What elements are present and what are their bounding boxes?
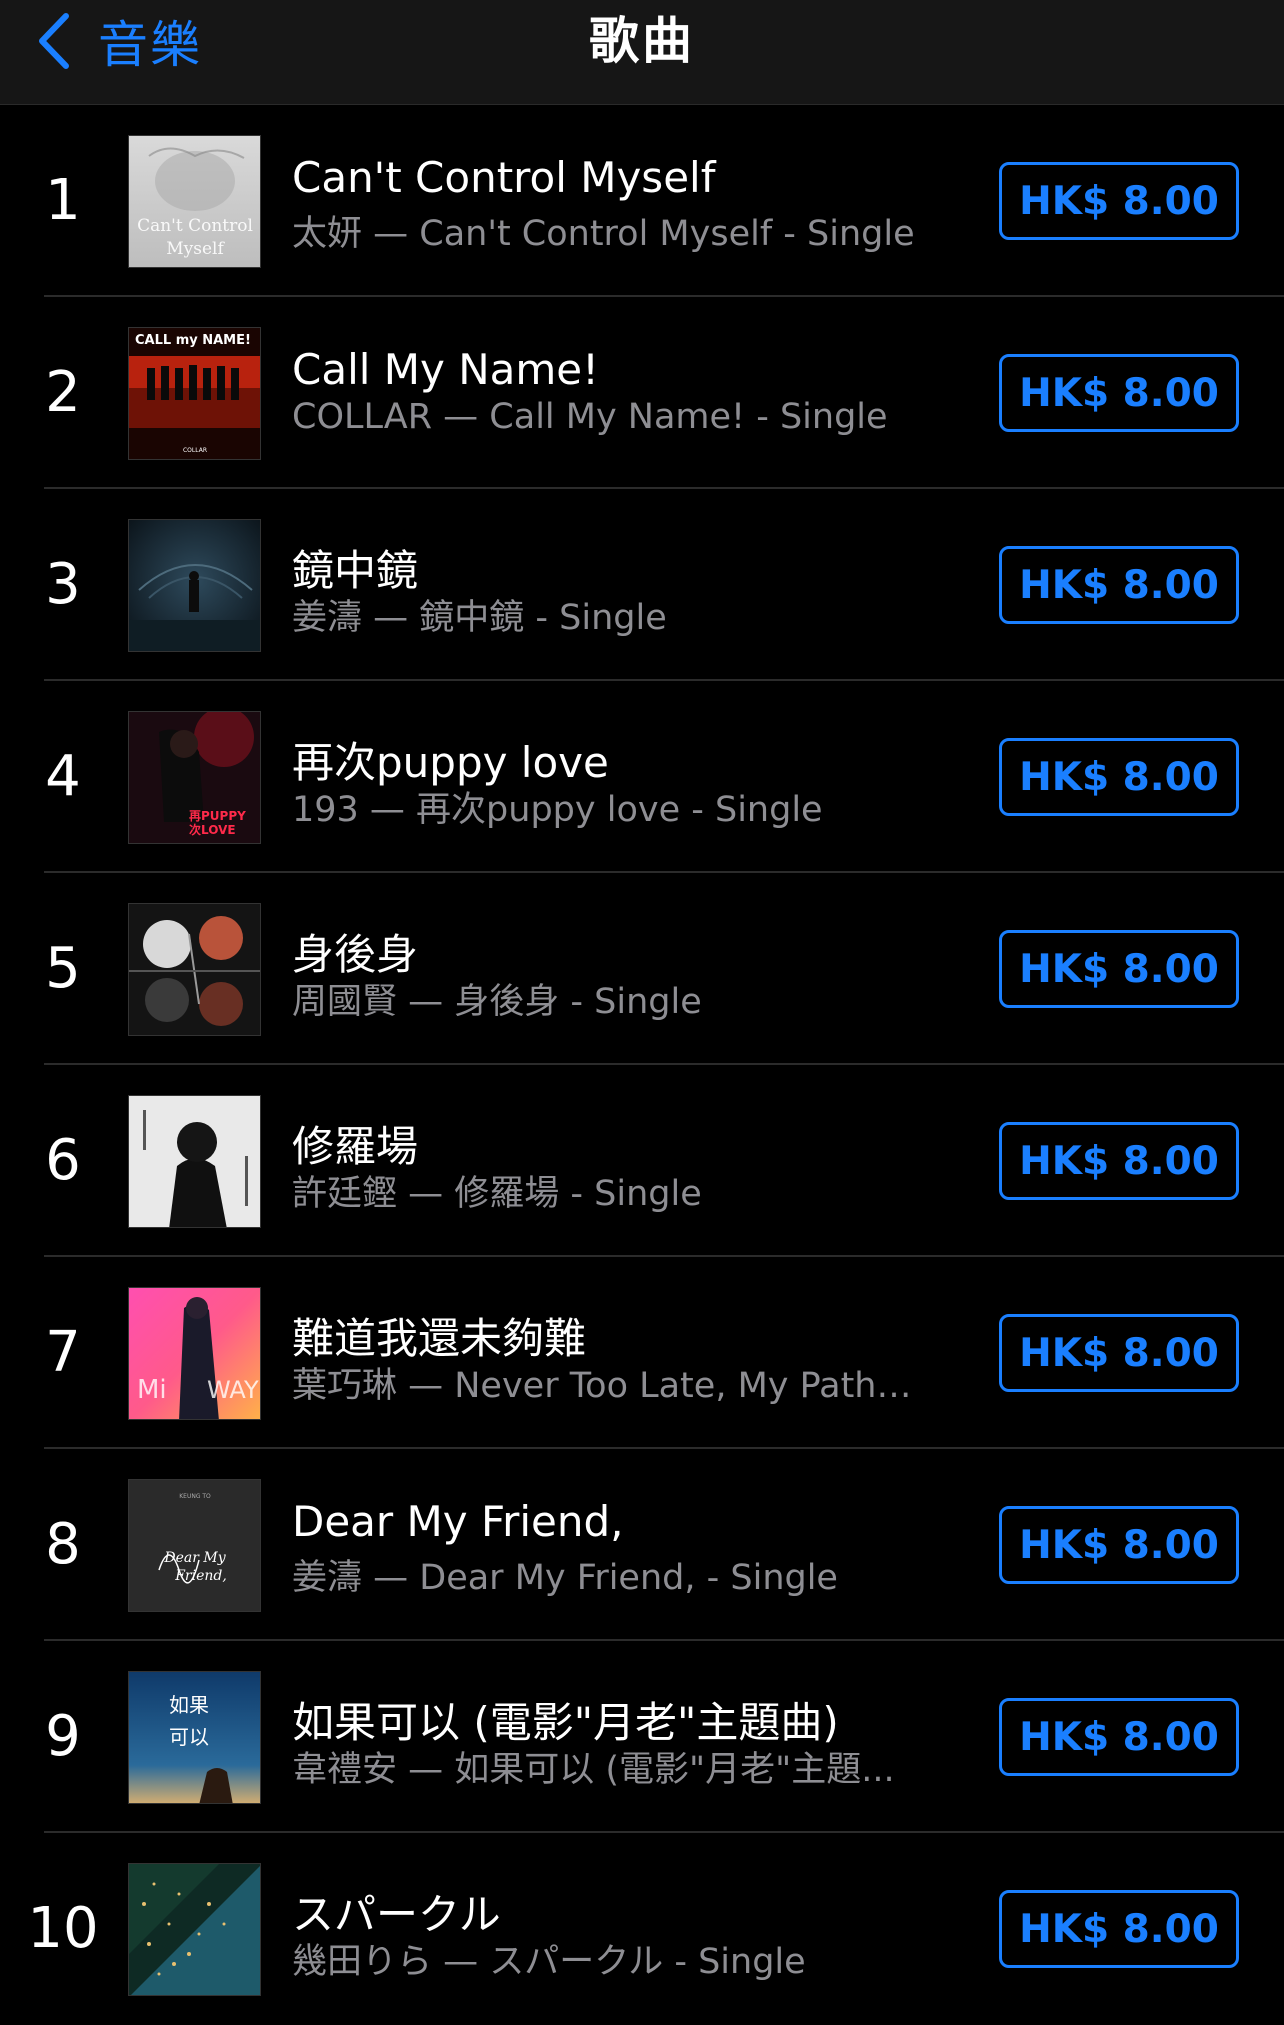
song-subtitle: 太妍 — Can't Control Myself - Single [292,214,915,254]
rank-number: 7 [45,1320,81,1385]
album-artwork[interactable]: 再PUPPY 次LOVE [128,711,261,844]
svg-text:再PUPPY: 再PUPPY [189,809,246,823]
rank-number: 1 [45,168,81,233]
buy-button[interactable]: HK$ 8.00 [999,546,1239,624]
svg-text:CALL my NAME!: CALL my NAME! [135,333,251,348]
svg-text:Friend,: Friend, [174,1568,227,1584]
buy-button[interactable]: HK$ 8.00 [999,1890,1239,1968]
song-row[interactable]: 3 鏡中鏡 姜濤 — 鏡中鏡 - Single HK$ 8.00 [0,489,1284,681]
page-title: 歌曲 [589,12,695,70]
album-artwork[interactable]: CALL my NAME! COLLAR [128,327,261,460]
svg-text:可以: 可以 [169,1725,209,1749]
rank-number: 3 [45,552,81,617]
song-subtitle: 姜濤 — Dear My Friend, - Single [292,1558,838,1598]
song-title: Dear My Friend, [292,1497,624,1546]
song-list: 1 Can't Control Myself Can't Control Mys… [0,105,1284,2025]
rank-number: 9 [45,1704,81,1769]
song-subtitle: 許廷鏗 — 修羅場 - Single [292,1174,702,1214]
buy-button[interactable]: HK$ 8.00 [999,1122,1239,1200]
song-title: Can't Control Myself [292,153,716,202]
buy-button[interactable]: HK$ 8.00 [999,738,1239,816]
song-row[interactable]: 2 CALL my NAME! COLLAR Call My Name! COL… [0,297,1284,489]
svg-text:如果: 如果 [169,1693,209,1717]
song-subtitle: 周國賢 — 身後身 - Single [292,982,702,1022]
buy-button[interactable]: HK$ 8.00 [999,1314,1239,1392]
song-row[interactable]: 8 KEUNG TO Dear My Friend, Dear My Frien… [0,1449,1284,1641]
navigation-bar: 音樂 歌曲 [0,0,1284,105]
song-subtitle: 姜濤 — 鏡中鏡 - Single [292,598,667,638]
song-row[interactable]: 10 スパークル 幾田りら — スパークル - Single HK$ 8.00 [0,1833,1284,2025]
song-subtitle: 葉巧琳 — Never Too Late, My Path,... [292,1366,916,1406]
rank-number: 5 [45,936,81,1001]
album-artwork[interactable]: KEUNG TO Dear My Friend, [128,1479,261,1612]
rank-number: 2 [45,360,81,425]
album-artwork[interactable] [128,1863,261,1996]
song-title: Call My Name! [292,345,599,394]
svg-text:WAY: WAY [207,1376,259,1404]
album-artwork[interactable] [128,519,261,652]
svg-text:KEUNG TO: KEUNG TO [179,1493,211,1500]
buy-button[interactable]: HK$ 8.00 [999,930,1239,1008]
buy-button[interactable]: HK$ 8.00 [999,1506,1239,1584]
album-artwork[interactable]: Mi WAY [128,1287,261,1420]
rank-number: 6 [45,1128,81,1193]
song-subtitle: COLLAR — Call My Name! - Single [292,397,888,437]
album-artwork[interactable] [128,1095,261,1228]
svg-text:Can't Control: Can't Control [137,216,253,236]
buy-button[interactable]: HK$ 8.00 [999,1698,1239,1776]
song-row[interactable]: 7 Mi WAY 難道我還未夠難 葉巧琳 — Never Too Late, M… [0,1257,1284,1449]
rank-number: 10 [27,1896,99,1961]
rank-number: 4 [45,744,81,809]
svg-text:Mi: Mi [137,1375,167,1405]
svg-text:次LOVE: 次LOVE [189,822,236,837]
svg-text:Dear My: Dear My [163,1550,226,1566]
svg-text:COLLAR: COLLAR [183,447,207,454]
song-subtitle: 韋禮安 — 如果可以 (電影"月老"主題... [292,1750,895,1790]
buy-button[interactable]: HK$ 8.00 [999,162,1239,240]
song-row[interactable]: 9 如果 可以 如果可以 (電影"月老"主題曲) 韋禮安 — 如果可以 (電影"… [0,1641,1284,1833]
album-artwork[interactable] [128,903,261,1036]
song-subtitle: 幾田りら — スパークル - Single [292,1942,806,1982]
song-row[interactable]: 1 Can't Control Myself Can't Control Mys… [0,105,1284,297]
buy-button[interactable]: HK$ 8.00 [999,354,1239,432]
album-artwork[interactable]: Can't Control Myself [128,135,261,268]
album-artwork[interactable]: 如果 可以 [128,1671,261,1804]
song-row[interactable]: 4 再PUPPY 次LOVE 再次puppy love 193 — 再次pupp… [0,681,1284,873]
song-row[interactable]: 6 修羅場 許廷鏗 — 修羅場 - Single HK$ 8.00 [0,1065,1284,1257]
svg-text:Myself: Myself [166,239,225,259]
song-row[interactable]: 5 身後身 周國賢 — 身後身 - Single HK$ 8.00 [0,873,1284,1065]
rank-number: 8 [45,1512,81,1577]
song-subtitle: 193 — 再次puppy love - Single [292,790,823,830]
